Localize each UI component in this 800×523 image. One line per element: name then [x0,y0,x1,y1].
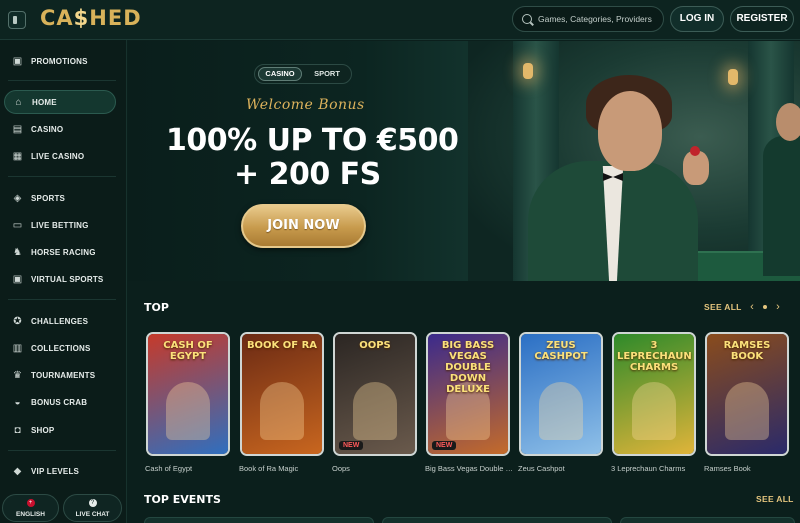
live-betting-icon: ▭ [12,220,23,231]
search-input[interactable]: Games, Categories, Providers [512,6,664,32]
game-character [353,382,397,440]
wall-lamp [728,69,738,85]
search-icon [522,14,532,24]
join-now-button[interactable]: JOIN NOW [241,204,366,248]
top-header: CA$HED Games, Categories, Providers LOG … [0,0,800,40]
search-placeholder: Games, Categories, Providers [538,14,652,24]
wall-lamp [523,63,533,79]
game-art-title: BOOK OF RA [246,340,318,351]
arrow-left-icon[interactable]: ‹ [744,300,760,314]
bonus-headline-line-2: + 200 FS [234,157,381,192]
sidebar-item-virtual-sports[interactable]: ▣ VIRTUAL SPORTS [4,268,116,292]
game-card[interactable]: BIG BASS VEGAS DOUBLE DOWN DELUXE NEW [426,332,510,456]
game-card[interactable]: CASH OF EGYPT [146,332,230,456]
toggle-sport[interactable]: SPORT [305,67,349,81]
game-card[interactable]: RAMSES BOOK [705,332,789,456]
virtual-sports-icon: ▣ [12,274,23,285]
live-chat-button[interactable]: ? LIVE CHAT [63,494,122,522]
collections-icon: ▥ [12,343,23,354]
divider [8,299,116,300]
uk-flag-icon: + [26,499,35,507]
home-icon: ⌂ [15,97,22,108]
game-card[interactable]: 3 LEPRECHAUN CHARMS [612,332,696,456]
event-card[interactable] [144,517,374,523]
game-name[interactable]: Big Bass Vegas Double D... [425,464,513,473]
hero-face [598,91,662,171]
sidebar-item-shop[interactable]: ◘ SHOP [4,419,116,443]
welcome-bonus-label: Welcome Bonus [246,97,365,113]
shop-icon: ◘ [14,425,21,436]
top-section-title: TOP [144,301,169,314]
diamond-icon: ◆ [13,466,22,477]
cashed-logo[interactable]: CA$HED [40,6,142,30]
login-button[interactable]: LOG IN [670,6,724,32]
divider [8,176,116,177]
sidebar-item-vip-levels[interactable]: ◆ VIP LEVELS [4,460,116,484]
sidebar-item-promotions[interactable]: ▣ PROMOTIONS [4,50,116,74]
game-art-title: ZEUS CASHPOT [534,340,588,362]
game-art-title: CASH OF EGYPT [163,340,213,362]
sidebar-item-live-betting[interactable]: ▭ LIVE BETTING [4,214,116,238]
sports-icon: ◈ [13,193,22,204]
divider [8,450,116,451]
game-name[interactable]: Zeus Cashpot [518,464,606,473]
casino-chip [690,146,700,156]
language-button[interactable]: + ENGLISH [2,494,59,522]
sidebar: ▣ PROMOTIONS ⌂ HOME ▤ CASINO ▦ LIVE CASI… [0,40,127,523]
game-character [632,382,676,440]
game-art-title: 3 LEPRECHAUN CHARMS [617,340,692,373]
game-art-title: OOPS [359,340,391,351]
game-character [260,382,304,440]
sidebar-item-casino[interactable]: ▤ CASINO [4,118,116,142]
sidebar-item-horse-racing[interactable]: ♞ HORSE RACING [4,241,116,265]
new-badge: NEW [339,441,364,450]
game-card[interactable]: OOPS NEW [333,332,417,456]
game-art-title: RAMSES BOOK [723,340,771,362]
hero-hand [683,151,709,185]
sidebar-item-home[interactable]: ⌂ HOME [4,90,116,114]
game-card[interactable]: ZEUS CASHPOT [519,332,603,456]
game-name[interactable]: 3 Leprechaun Charms [611,464,699,473]
top-see-all-link[interactable]: SEE ALL [704,302,742,312]
top-events-see-all-link[interactable]: SEE ALL [756,494,794,504]
top-events-title: TOP EVENTS [144,493,221,506]
sidebar-item-challenges[interactable]: ✪ CHALLENGES [4,310,116,334]
casino-icon: ▤ [12,124,23,135]
divider [8,80,116,81]
bonus-headline: 100% UP TO €500 + 200 FS [166,123,459,192]
trophy-icon: ♛ [13,370,22,381]
sidebar-item-collections[interactable]: ▥ COLLECTIONS [4,337,116,361]
hero-woman-face [776,103,800,141]
game-art-title: BIG BASS VEGAS DOUBLE DOWN DELUXE [441,340,495,395]
gift-icon: ▣ [12,56,23,67]
game-character [539,382,583,440]
game-name[interactable]: Ramses Book [704,464,792,473]
carousel-dot [763,305,767,309]
event-card[interactable] [382,517,612,523]
sidebar-toggle-icon[interactable] [8,11,26,29]
bonus-headline-line-1: 100% UP TO €500 [166,123,459,158]
toggle-casino[interactable]: CASINO [258,67,302,81]
game-card[interactable]: BOOK OF RA [240,332,324,456]
chat-icon: ? [88,499,97,507]
hero-woman-figure [763,136,800,276]
game-character [725,382,769,440]
medal-icon: ✪ [13,316,22,327]
casino-sport-toggle[interactable]: CASINO SPORT [254,64,352,84]
register-button[interactable]: REGISTER [730,6,794,32]
new-badge: NEW [432,441,457,450]
horse-icon: ♞ [13,247,22,258]
live-casino-icon: ▦ [12,151,23,162]
sidebar-item-bonus-crab[interactable]: ◒ BONUS CRAB [4,391,116,415]
game-name[interactable]: Oops [332,464,420,473]
crab-icon: ◒ [14,397,21,408]
game-name[interactable]: Book of Ra Magic [239,464,327,473]
sidebar-item-sports[interactable]: ◈ SPORTS [4,187,116,211]
sidebar-item-tournaments[interactable]: ♛ TOURNAMENTS [4,364,116,388]
sidebar-item-live-casino[interactable]: ▦ LIVE CASINO [4,145,116,169]
arrow-right-icon[interactable]: › [770,300,786,314]
game-character [166,382,210,440]
event-card[interactable] [620,517,795,523]
game-name[interactable]: Cash of Egypt [145,464,233,473]
